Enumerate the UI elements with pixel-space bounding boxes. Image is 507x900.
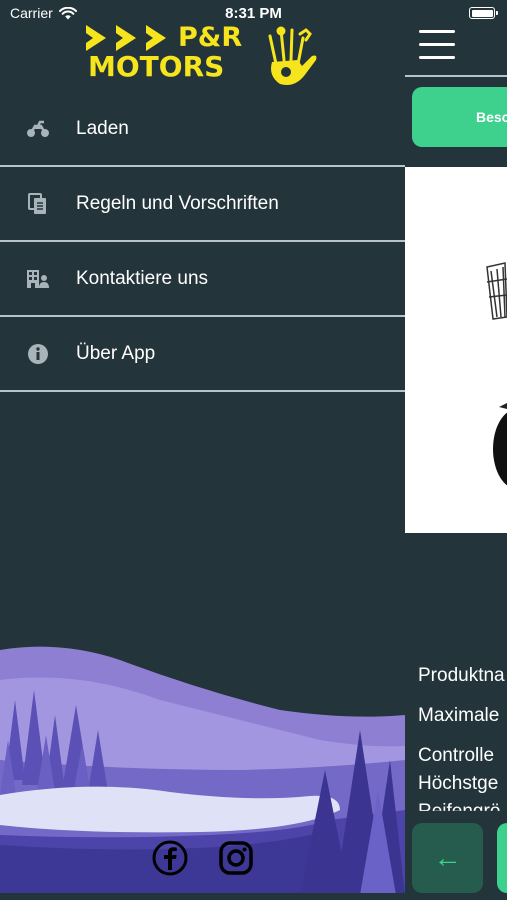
hamburger-bar: [419, 30, 455, 33]
brand-logo-row: P&R: [86, 24, 242, 52]
menu-item-rules[interactable]: Regeln und Vorschriften: [0, 167, 405, 242]
motorcycle-icon: [26, 117, 50, 141]
menu-item-shop[interactable]: Laden: [0, 92, 405, 167]
chevron-right-icon: [146, 25, 166, 51]
product-image: [405, 167, 507, 533]
document-icon: [26, 192, 50, 216]
facebook-icon[interactable]: [152, 840, 188, 876]
main-content-panel[interactable]: Besc Produktna Maximale Controlle Höchst…: [405, 0, 507, 900]
drawer-menu: Laden Regeln und Vorschriften Kontaktier…: [0, 92, 405, 392]
menu-item-label: Über App: [76, 342, 156, 364]
spec-line: Höchstge: [418, 773, 499, 794]
menu-item-label: Kontaktiere uns: [76, 267, 209, 289]
menu-item-contact[interactable]: Kontaktiere uns: [0, 242, 405, 317]
navigation-drawer: P&R MOTORS Laden Regeln und Vorschriften…: [0, 0, 405, 900]
hamburger-bar: [419, 56, 455, 59]
info-icon: [26, 342, 50, 366]
header-divider: [405, 75, 507, 77]
back-button[interactable]: ←: [412, 823, 483, 893]
clock: 8:31 PM: [225, 5, 282, 22]
hamburger-menu-icon[interactable]: [419, 30, 455, 60]
contact-building-icon: [26, 267, 50, 291]
social-links: [152, 840, 254, 876]
spec-line: Controlle: [418, 745, 495, 766]
chevron-right-icon: [86, 25, 106, 51]
brand-logo-pr: P&R: [178, 22, 243, 53]
chevron-right-icon: [116, 25, 136, 51]
brand-logo-motors: MOTORS: [88, 50, 225, 83]
arrow-left-icon: ←: [433, 842, 462, 873]
spec-line: Maximale: [418, 705, 500, 726]
menu-item-about[interactable]: Über App: [0, 317, 405, 392]
bottom-bar: [0, 893, 507, 900]
instagram-icon[interactable]: [218, 840, 254, 876]
battery-fill: [471, 9, 493, 17]
menu-item-label: Regeln und Vorschriften: [76, 192, 279, 214]
spec-line: Produktna: [418, 665, 505, 686]
hand-tools-icon: [268, 26, 317, 85]
battery-icon: [469, 7, 498, 19]
description-button[interactable]: Besc: [412, 87, 507, 147]
status-bar: Carrier 8:31 PM: [0, 0, 507, 28]
hamburger-bar: [419, 43, 455, 46]
description-button-label: Besc: [476, 109, 507, 125]
next-button[interactable]: [497, 823, 507, 893]
menu-item-label: Laden: [76, 117, 129, 139]
brand-logo: P&R MOTORS: [86, 24, 326, 88]
spec-line: Reifengrö: [418, 801, 501, 822]
scooter-image: [486, 262, 507, 486]
